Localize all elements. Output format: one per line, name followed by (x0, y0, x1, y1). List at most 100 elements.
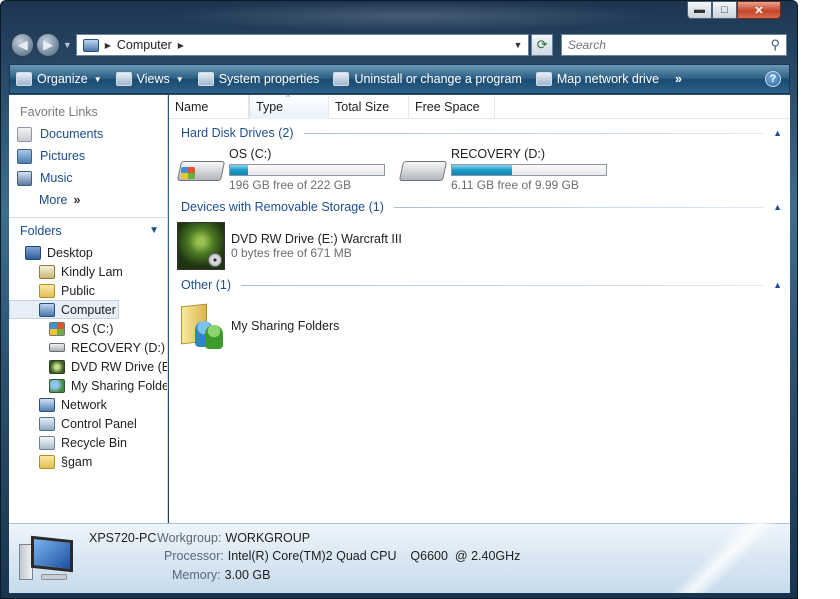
back-arrow-icon[interactable]: ◀ (11, 33, 35, 57)
forward-arrow-icon[interactable]: ▶ (36, 33, 60, 57)
recent-pages-dropdown[interactable]: ▼ (63, 40, 72, 50)
search-input[interactable] (567, 38, 771, 52)
desktop-icon (25, 245, 41, 260)
column-header-type[interactable]: ^ Type (249, 93, 329, 119)
group-header-other[interactable]: Other (1) ▲ (169, 275, 790, 295)
item-name: My Sharing Folders (231, 319, 340, 333)
chevron-down-icon: ▼ (149, 225, 159, 236)
hard-disk-list: OS (C:) 196 GB free of 222 GB RECOVERY (… (169, 143, 790, 193)
details-pane: XPS720-PC Workgroup: WORKGROUP Processor… (9, 523, 790, 593)
organize-label: Organize (37, 72, 88, 86)
command-bar: Organize ▼ Views ▼ System properties Uni… (9, 64, 790, 94)
tree-item-dvd-e[interactable]: DVD RW Drive (E:) (9, 357, 167, 376)
organize-button[interactable]: Organize ▼ (16, 72, 102, 86)
windows-drive-icon (176, 153, 226, 185)
column-label: Name (175, 100, 209, 114)
tree-item-kindly-lam[interactable]: Kindly Lam (9, 262, 167, 281)
favorite-pictures[interactable]: Pictures (9, 145, 167, 167)
collapse-group-icon[interactable]: ▲ (773, 280, 782, 290)
address-dropdown-icon[interactable]: ▼ (507, 40, 528, 50)
breadcrumb-separator-icon[interactable]: ▶ (178, 41, 184, 50)
tree-item-desktop[interactable]: Desktop (9, 243, 167, 262)
favorite-documents[interactable]: Documents (9, 123, 167, 145)
tree-item-gam[interactable]: §gam (9, 452, 167, 471)
tree-item-recovery-d[interactable]: RECOVERY (D:) (9, 338, 167, 357)
organize-icon (16, 72, 32, 86)
column-label: Free Space (415, 100, 480, 114)
tree-label: §gam (61, 454, 93, 469)
breadcrumb-computer[interactable]: Computer (117, 38, 172, 52)
processor-row: Processor: Intel(R) Core(TM)2 Quad CPU Q… (164, 549, 520, 563)
drive-os-c[interactable]: OS (C:) 196 GB free of 222 GB (176, 147, 399, 193)
uninstall-program-button[interactable]: Uninstall or change a program (333, 72, 522, 86)
minimize-button[interactable]: ▬ (687, 1, 712, 19)
tree-label: My Sharing Folders (71, 378, 167, 393)
tree-label: Control Panel (61, 416, 137, 431)
views-button[interactable]: Views ▼ (115, 72, 184, 86)
collapse-group-icon[interactable]: ▲ (773, 202, 782, 212)
search-icon[interactable]: ⚲ (770, 37, 780, 53)
tree-item-control-panel[interactable]: Control Panel (9, 414, 167, 433)
column-header-free-space[interactable]: Free Space (409, 95, 495, 119)
group-header-removable[interactable]: Devices with Removable Storage (1) ▲ (169, 197, 790, 217)
close-button[interactable]: ✕ (737, 1, 781, 19)
workgroup-label: Workgroup: (157, 531, 222, 545)
views-icon (115, 72, 132, 86)
folder-icon (39, 283, 55, 298)
tree-item-public[interactable]: Public (9, 281, 167, 300)
sort-ascending-icon: ^ (286, 93, 290, 102)
column-header-total-size[interactable]: Total Size (329, 95, 409, 119)
dvd-drive-icon (177, 222, 225, 270)
more-chevron-icon: » (73, 193, 81, 207)
favorite-links-title: Favorite Links (20, 105, 98, 119)
computer-icon (17, 535, 75, 584)
folders-header[interactable]: Folders ▼ (9, 217, 167, 243)
tree-item-os-c[interactable]: OS (C:) (9, 319, 167, 338)
breadcrumb-separator-icon[interactable]: ▶ (105, 41, 111, 50)
map-network-drive-button[interactable]: Map network drive (535, 72, 659, 86)
tree-item-recycle-bin[interactable]: Recycle Bin (9, 433, 167, 452)
processor-label: Processor: (164, 549, 224, 563)
views-label: Views (136, 72, 170, 86)
control-panel-icon (39, 416, 55, 431)
collapse-group-icon[interactable]: ▲ (773, 128, 782, 138)
system-properties-button[interactable]: System properties (197, 72, 320, 86)
device-dvd-e[interactable]: DVD RW Drive (E:) Warcraft III 0 bytes f… (169, 217, 790, 271)
drive-usage-bar (451, 164, 607, 176)
group-header-hard-disks[interactable]: Hard Disk Drives (2) ▲ (169, 123, 790, 143)
refresh-icon[interactable]: ⟳ (531, 34, 553, 56)
recycle-bin-icon (39, 435, 55, 450)
memory-label: Memory: (172, 568, 221, 582)
address-bar[interactable]: ▶ Computer ▶ ▼ (75, 34, 530, 56)
system-properties-label: System properties (218, 72, 320, 86)
computer-icon (82, 38, 99, 52)
column-headers: Name ^ Type Total Size Free Space (169, 93, 790, 119)
chevron-down-icon: ▼ (175, 74, 184, 84)
tree-label: Kindly Lam (61, 264, 123, 279)
workgroup-value: WORKGROUP (225, 531, 311, 545)
maximize-button[interactable]: □ (712, 1, 737, 19)
system-properties-icon (197, 72, 214, 86)
help-icon[interactable]: ? (765, 71, 781, 87)
tree-label: OS (C:) (71, 321, 114, 336)
folder-icon (39, 454, 55, 469)
more-commands-button[interactable]: » (675, 72, 682, 86)
drive-recovery-d[interactable]: RECOVERY (D:) 6.11 GB free of 9.99 GB (398, 147, 621, 193)
favorites-more-link[interactable]: More » (9, 189, 167, 211)
drive-free-space: 6.11 GB free of 9.99 GB (451, 178, 579, 192)
tree-label: Desktop (47, 245, 93, 260)
explorer-window: ▬ □ ✕ ◀ ▶ ▼ ▶ Computer ▶ ▼ ⟳ ⚲ Organize … (0, 0, 798, 599)
item-sharing-folders[interactable]: My Sharing Folders (169, 295, 790, 353)
navigation-bar: ◀ ▶ ▼ ▶ Computer ▶ ▼ ⟳ ⚲ (11, 33, 787, 57)
tree-item-computer[interactable]: Computer (9, 300, 119, 319)
column-header-name[interactable]: Name (169, 95, 249, 119)
favorite-music[interactable]: Music (9, 167, 167, 189)
drive-usage-bar (229, 164, 385, 176)
tree-item-network[interactable]: Network (9, 395, 167, 414)
user-folder-icon (39, 264, 55, 279)
drive-name: RECOVERY (D:) (451, 147, 546, 161)
network-drive-icon (535, 72, 552, 86)
caption-buttons: ▬ □ ✕ (687, 1, 781, 19)
favorite-label: Music (40, 171, 73, 185)
tree-item-sharing-folders[interactable]: My Sharing Folders (9, 376, 167, 395)
